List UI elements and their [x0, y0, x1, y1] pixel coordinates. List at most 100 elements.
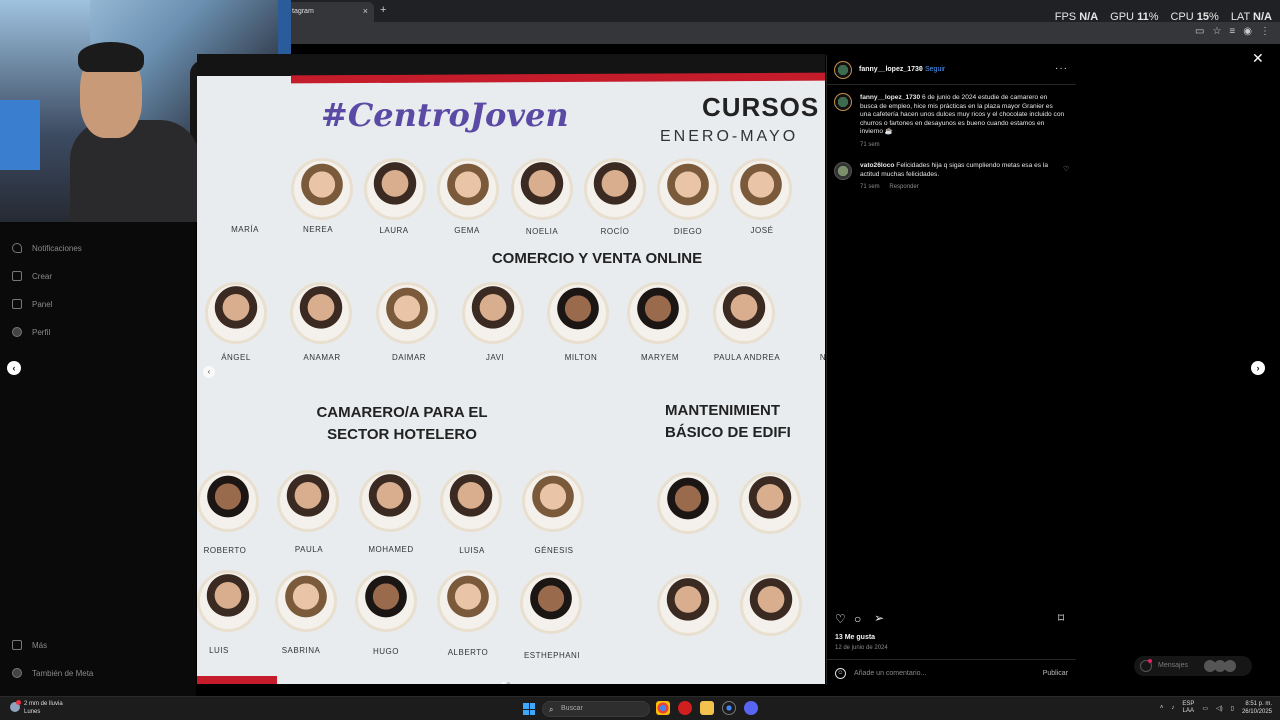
person-name: HUGO	[373, 647, 399, 656]
likes-count[interactable]: 13 Me gusta	[835, 634, 875, 641]
comment-icon[interactable]: ○	[854, 612, 861, 626]
reply-button[interactable]: Responder	[889, 184, 918, 190]
language-indicator[interactable]: ESP LAA	[1182, 701, 1194, 715]
sidebar-item-create[interactable]: Crear	[12, 268, 52, 284]
star-icon[interactable]: ☆	[1212, 26, 1221, 37]
person-name: PAULA	[294, 545, 324, 554]
publish-button[interactable]: Publicar	[1043, 670, 1068, 677]
sidebar-item-panel[interactable]: Panel	[12, 296, 52, 312]
close-icon[interactable]: ✕	[1252, 50, 1264, 67]
person-name: ÁNGEL	[221, 353, 251, 362]
person-photo	[462, 282, 524, 344]
prev-post-arrow-icon[interactable]: ‹	[7, 361, 21, 375]
screen: tagram × + FPS N/A GPU 11% CPU 15% LAT N…	[0, 0, 1280, 720]
post-image[interactable]: #CentroJoven CURSOS ENERO-MAYO MARÍA NER…	[197, 54, 825, 684]
commenter-avatar[interactable]	[834, 162, 852, 180]
carousel-dot	[502, 682, 505, 684]
comment-username[interactable]: vato26loco	[860, 162, 894, 169]
caption-avatar[interactable]	[834, 93, 852, 111]
profile-icon[interactable]: ◉	[1243, 26, 1252, 37]
sidebar-item-label: Crear	[32, 271, 53, 281]
comment-time[interactable]: 71 sem	[860, 184, 880, 190]
webcam-person-hair	[78, 42, 144, 72]
sidebar-item-meta[interactable]: También de Meta	[12, 665, 93, 681]
author-username[interactable]: fanny__lopez_1730	[859, 66, 923, 73]
person-name: GEMA	[454, 226, 480, 235]
battery-icon[interactable]: ▯	[1231, 705, 1234, 712]
carousel-prev-icon[interactable]: ‹	[203, 366, 215, 378]
person-photo	[290, 282, 352, 344]
extensions-icon[interactable]: ≡	[1229, 26, 1235, 37]
person-photo	[275, 570, 337, 632]
network-icon[interactable]: ▭	[1202, 705, 1208, 712]
like-icon[interactable]: ♡	[835, 612, 846, 626]
tab-close-icon[interactable]: ×	[363, 6, 368, 16]
taskbar-apps	[656, 701, 758, 715]
messages-button[interactable]: Mensajes	[1134, 656, 1252, 676]
share-icon[interactable]: ➢	[874, 611, 884, 625]
browser-tab[interactable]: tagram ×	[284, 2, 374, 22]
person-name: SABRINA	[281, 646, 321, 655]
start-button[interactable]	[523, 703, 535, 715]
add-comment-bar: ☺ Añade un comentario... Publicar	[827, 659, 1076, 685]
person-name: ROCÍO	[600, 227, 630, 236]
plus-icon	[12, 271, 22, 281]
person-photo	[277, 470, 339, 532]
more-options-icon[interactable]: ···	[1055, 63, 1068, 74]
kebab-menu-icon[interactable]: ⋮	[1260, 26, 1270, 37]
emoji-icon[interactable]: ☺	[835, 668, 846, 679]
chevron-up-icon[interactable]: ˄	[1160, 705, 1164, 711]
person-photo	[657, 158, 719, 220]
cast-icon[interactable]: ▭	[1195, 26, 1204, 37]
carousel-dots	[502, 672, 514, 684]
person-photo	[355, 570, 417, 632]
comment-input[interactable]: Añade un comentario...	[854, 670, 926, 677]
discord-icon[interactable]	[744, 701, 758, 715]
person-name: LUIS	[209, 646, 229, 655]
opera-icon[interactable]	[678, 701, 692, 715]
author-avatar[interactable]	[834, 61, 852, 79]
avatar	[1224, 660, 1236, 672]
section-title-maintenance: MANTENIMIENT BÁSICO DE EDIFI	[665, 400, 825, 444]
comment-like-icon[interactable]: ♡	[1063, 165, 1069, 173]
heart-icon	[12, 243, 22, 253]
next-post-arrow-icon[interactable]: ›	[1251, 361, 1265, 375]
person-name: LAURA	[379, 226, 409, 235]
person-photo	[511, 158, 573, 220]
person-name: DIEGO	[673, 227, 703, 236]
follow-button[interactable]: Seguir	[925, 66, 945, 73]
microphone-icon[interactable]: ♪	[1171, 705, 1174, 711]
person-photo	[376, 282, 438, 344]
clock[interactable]: 8:51 p. m. 26/10/2025	[1242, 700, 1272, 716]
person-photo	[713, 282, 775, 344]
caption-username[interactable]: fanny__lopez_1730	[860, 94, 920, 101]
tab-title: tagram	[292, 8, 314, 15]
person-name: MARYEM	[641, 353, 679, 362]
save-icon[interactable]: ⌑	[1058, 611, 1064, 625]
person-photo	[522, 470, 584, 532]
sidebar-item-label: Panel	[32, 299, 53, 309]
sidebar-item-profile[interactable]: Perfil	[12, 324, 50, 340]
new-tab-button[interactable]: +	[380, 4, 386, 16]
weather-day: Lunes	[24, 709, 41, 715]
image-red-stripe	[197, 676, 277, 684]
file-explorer-icon[interactable]	[700, 701, 714, 715]
taskbar-search[interactable]: ⌕ Buscar	[542, 701, 650, 717]
caption: fanny__lopez_1730 6 de junio de 2024 est…	[860, 94, 1065, 137]
image-hashtag: #CentroJoven	[321, 96, 569, 134]
person-photo	[437, 570, 499, 632]
person-photo	[627, 282, 689, 344]
person-photo	[291, 158, 353, 220]
messages-label: Mensajes	[1158, 662, 1188, 669]
person-name: N	[819, 353, 825, 362]
chrome-icon[interactable]	[722, 701, 736, 715]
volume-icon[interactable]: ◁)	[1216, 705, 1223, 712]
sidebar-item-notifications[interactable]: Notificaciones	[12, 240, 82, 256]
notification-dot	[1148, 659, 1152, 663]
chrome-icon[interactable]	[656, 701, 670, 715]
caption-time[interactable]: 71 sem	[860, 142, 880, 148]
weather-widget[interactable]: 2 mm de lluvia Lunes	[10, 700, 63, 716]
post-detail-panel: fanny__lopez_1730 • Seguir ··· fanny__lo…	[826, 55, 1076, 685]
sidebar-item-more[interactable]: Más	[12, 637, 47, 653]
person-photo	[197, 570, 259, 632]
